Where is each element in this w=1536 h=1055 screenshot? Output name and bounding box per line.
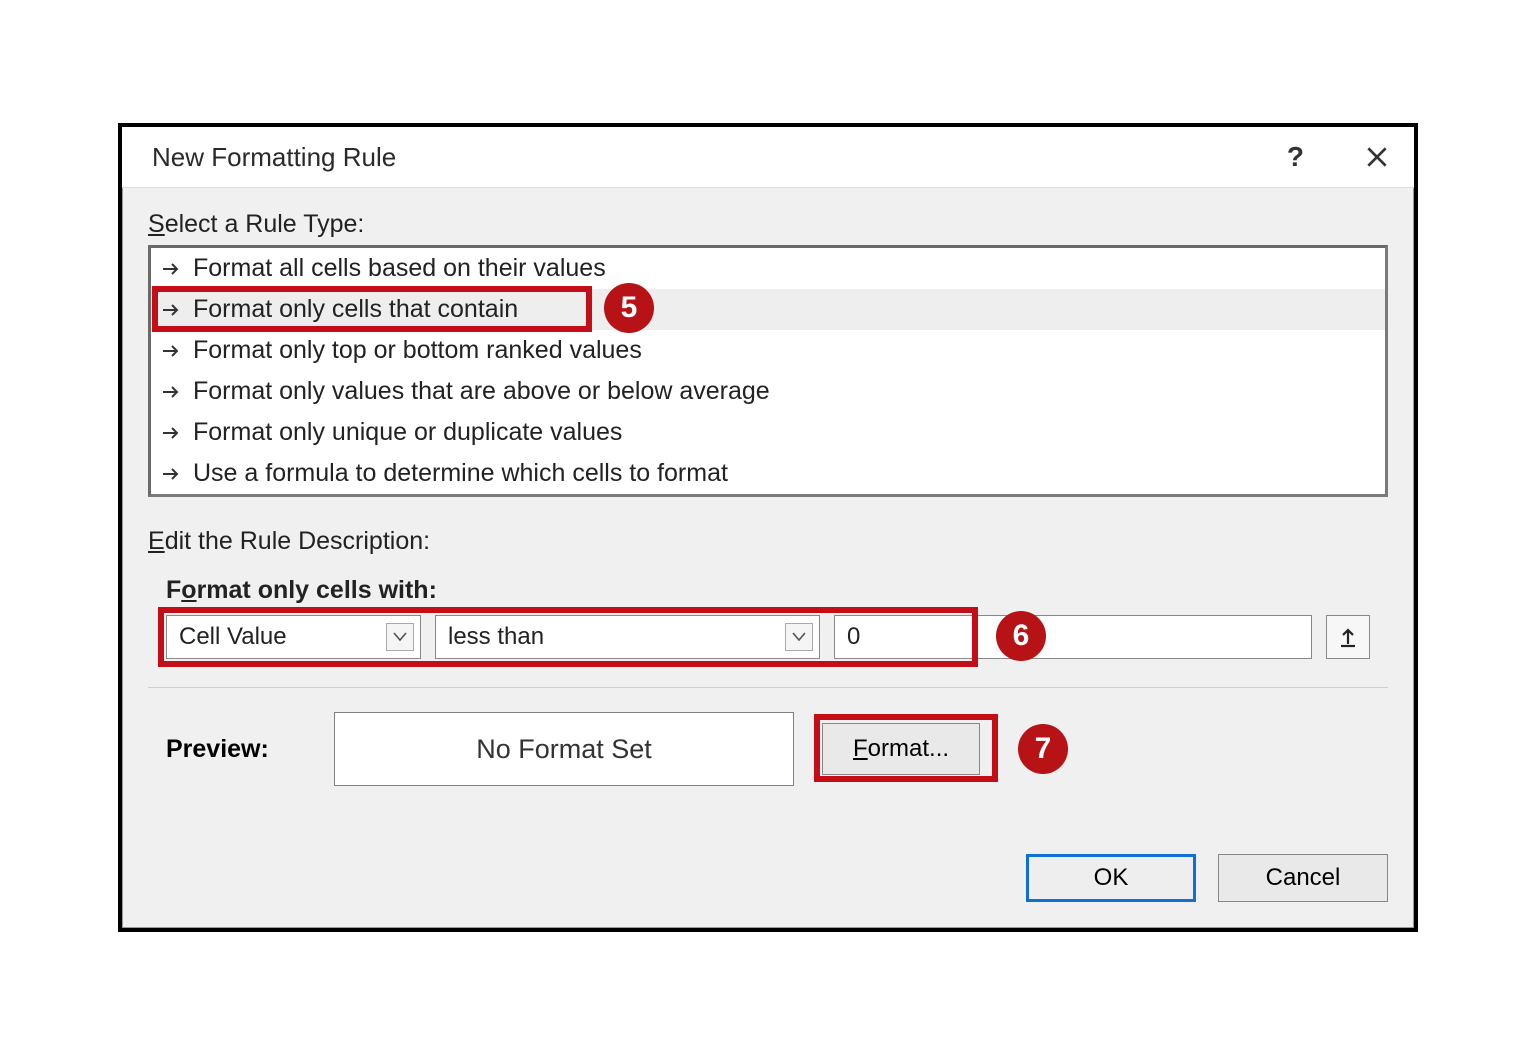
bullet-icon xyxy=(161,344,183,358)
new-formatting-rule-dialog: New Formatting Rule ? Select a Rule Type… xyxy=(118,123,1418,932)
chevron-down-icon xyxy=(785,623,813,651)
format-button[interactable]: Format... xyxy=(822,723,980,775)
chevron-down-icon xyxy=(386,623,414,651)
rule-type-item[interactable]: Format only cells that contain xyxy=(151,289,1385,330)
rule-type-text: Format only top or bottom ranked values xyxy=(193,336,642,365)
criteria-type-value: Cell Value xyxy=(179,623,287,651)
comparison-operator-value: less than xyxy=(448,623,544,651)
comparison-operator-combo[interactable]: less than xyxy=(435,615,820,659)
rule-type-text: Use a formula to determine which cells t… xyxy=(193,459,728,488)
format-only-cells-with-label: Format only cells with: xyxy=(166,576,1370,605)
dialog-footer: OK Cancel xyxy=(122,832,1414,928)
titlebar: New Formatting Rule ? xyxy=(122,127,1414,188)
rule-type-item[interactable]: Use a formula to determine which cells t… xyxy=(151,453,1385,494)
close-icon[interactable] xyxy=(1364,144,1390,170)
bullet-icon xyxy=(161,426,183,440)
dialog-title: New Formatting Rule xyxy=(152,142,396,173)
bullet-icon xyxy=(161,262,183,276)
rule-type-item[interactable]: Format only unique or duplicate values xyxy=(151,412,1385,453)
divider xyxy=(148,687,1388,688)
rule-type-text: Format only unique or duplicate values xyxy=(193,418,622,447)
rule-type-item[interactable]: Format only values that are above or bel… xyxy=(151,371,1385,412)
rule-type-text: Format only cells that contain xyxy=(193,295,518,324)
criteria-type-combo[interactable]: Cell Value xyxy=(166,615,421,659)
range-selector-icon[interactable] xyxy=(1326,615,1370,659)
rule-type-item[interactable]: Format all cells based on their values xyxy=(151,248,1385,289)
rule-type-text: Format all cells based on their values xyxy=(193,254,606,283)
comparison-value-input[interactable] xyxy=(834,615,1312,659)
rule-type-item[interactable]: Format only top or bottom ranked values xyxy=(151,330,1385,371)
select-rule-type-label: Select a Rule Type: xyxy=(148,210,1388,239)
preview-box: No Format Set xyxy=(334,712,794,786)
bullet-icon xyxy=(161,303,183,317)
cancel-button[interactable]: Cancel xyxy=(1218,854,1388,902)
preview-label: Preview: xyxy=(166,735,306,764)
dialog-body: Select a Rule Type: Format all cells bas… xyxy=(122,188,1414,832)
bullet-icon xyxy=(161,385,183,399)
preview-row: Preview: No Format Set Format... xyxy=(166,712,1370,786)
rule-type-text: Format only values that are above or bel… xyxy=(193,377,770,406)
help-icon[interactable]: ? xyxy=(1287,141,1304,173)
window-controls: ? xyxy=(1287,141,1390,173)
ok-button[interactable]: OK xyxy=(1026,854,1196,902)
edit-rule-description-label: Edit the Rule Description: xyxy=(148,527,1388,556)
rule-type-list: Format all cells based on their values F… xyxy=(148,245,1388,497)
bullet-icon xyxy=(161,467,183,481)
rule-description-panel: Format only cells with: Cell Value less … xyxy=(148,562,1388,806)
criteria-row: Cell Value less than xyxy=(166,615,1370,659)
